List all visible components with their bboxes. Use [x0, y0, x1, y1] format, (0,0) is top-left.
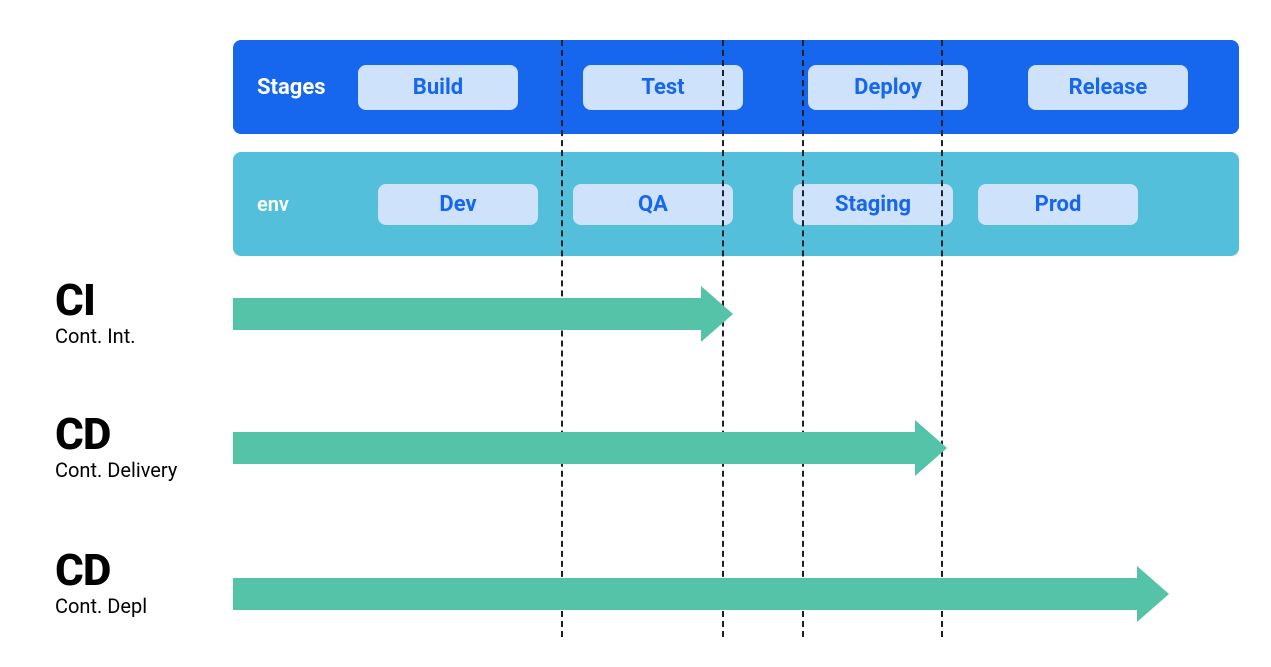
env-chip-prod: Prod — [978, 184, 1138, 225]
ci-abbrev: CI — [55, 278, 136, 322]
cd-delivery-subtitle: Cont. Delivery — [55, 458, 177, 482]
cd-deployment-arrow — [233, 578, 1167, 610]
stages-row: Stages Build Test Deploy Release — [233, 40, 1239, 134]
env-chips: Dev QA Staging Prod — [358, 152, 1239, 256]
cd-delivery-abbrev: CD — [55, 412, 177, 456]
env-chip-staging: Staging — [793, 184, 953, 225]
cd-delivery-block: CD Cont. Delivery — [55, 412, 177, 492]
env-row: env Dev QA Staging Prod — [233, 152, 1239, 256]
stage-chip-build: Build — [358, 65, 518, 110]
stage-chip-test: Test — [583, 65, 743, 110]
cd-deployment-subtitle: Cont. Depl — [55, 594, 147, 618]
arrow-head-icon — [1137, 566, 1169, 622]
env-chip-qa: QA — [573, 184, 733, 225]
arrow-head-icon — [701, 286, 733, 342]
ci-arrow — [233, 298, 731, 330]
cd-deployment-abbrev: CD — [55, 548, 147, 592]
arrow-head-icon — [915, 420, 947, 476]
stages-label: Stages — [257, 75, 337, 100]
stage-chip-release: Release — [1028, 65, 1188, 110]
env-chip-dev: Dev — [378, 184, 538, 225]
stage-chips: Build Test Deploy Release — [358, 40, 1239, 134]
stage-chip-deploy: Deploy — [808, 65, 968, 110]
ci-subtitle: Cont. Int. — [55, 324, 136, 348]
cd-delivery-arrow — [233, 432, 945, 464]
arrow-shaft — [233, 432, 917, 464]
ci-block: CI Cont. Int. — [55, 278, 136, 358]
divider-line — [802, 40, 804, 637]
divider-line — [941, 40, 943, 637]
divider-line — [561, 40, 563, 637]
arrow-shaft — [233, 578, 1139, 610]
arrow-shaft — [233, 298, 703, 330]
env-label: env — [257, 192, 337, 216]
cd-deployment-block: CD Cont. Depl — [55, 548, 147, 628]
